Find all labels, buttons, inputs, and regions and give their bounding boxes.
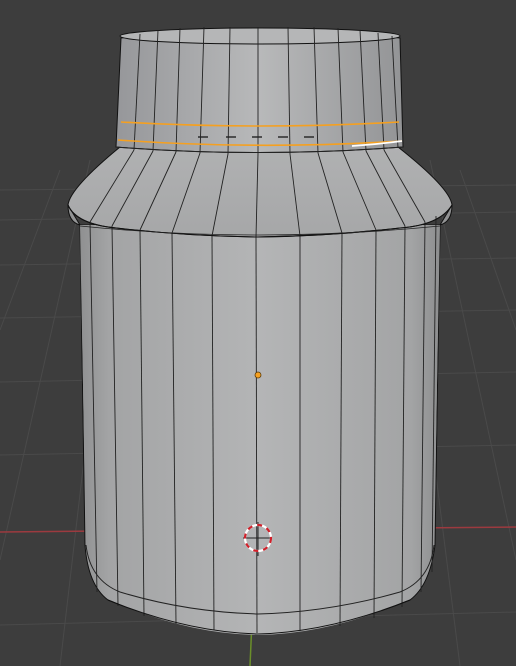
viewport-canvas[interactable] — [0, 0, 516, 666]
origin-dot-icon — [254, 371, 262, 379]
bottle-rim — [119, 27, 401, 45]
bottle-neck[interactable] — [115, 30, 404, 153]
3d-viewport[interactable] — [0, 0, 516, 666]
bottle-mesh[interactable] — [67, 26, 453, 635]
bottle-body-fill — [80, 225, 440, 635]
bottle-shoulder[interactable] — [67, 146, 453, 238]
